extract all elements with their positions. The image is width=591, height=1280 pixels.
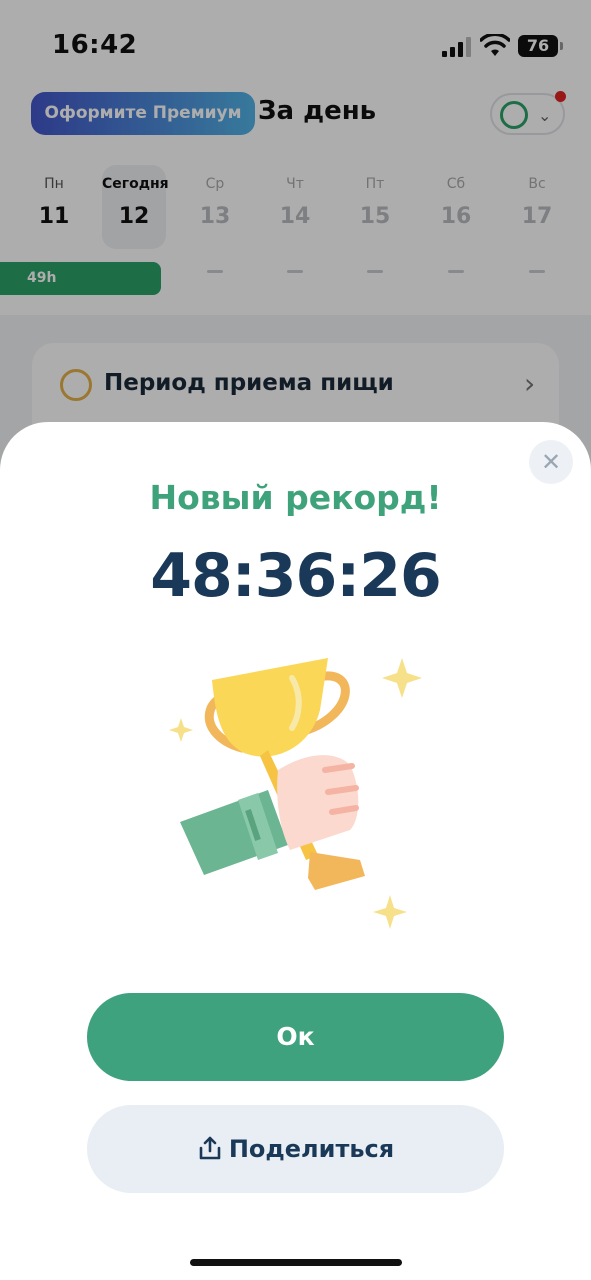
share-icon (199, 1136, 221, 1160)
share-label: Поделиться (228, 1135, 395, 1163)
ok-button[interactable]: Ок (87, 993, 504, 1081)
record-title: Новый рекорд! (149, 478, 442, 517)
home-indicator (190, 1259, 402, 1266)
record-time: 48:36:26 (150, 541, 441, 611)
share-button[interactable]: Поделиться (87, 1105, 504, 1193)
trophy-illustration (169, 658, 422, 929)
